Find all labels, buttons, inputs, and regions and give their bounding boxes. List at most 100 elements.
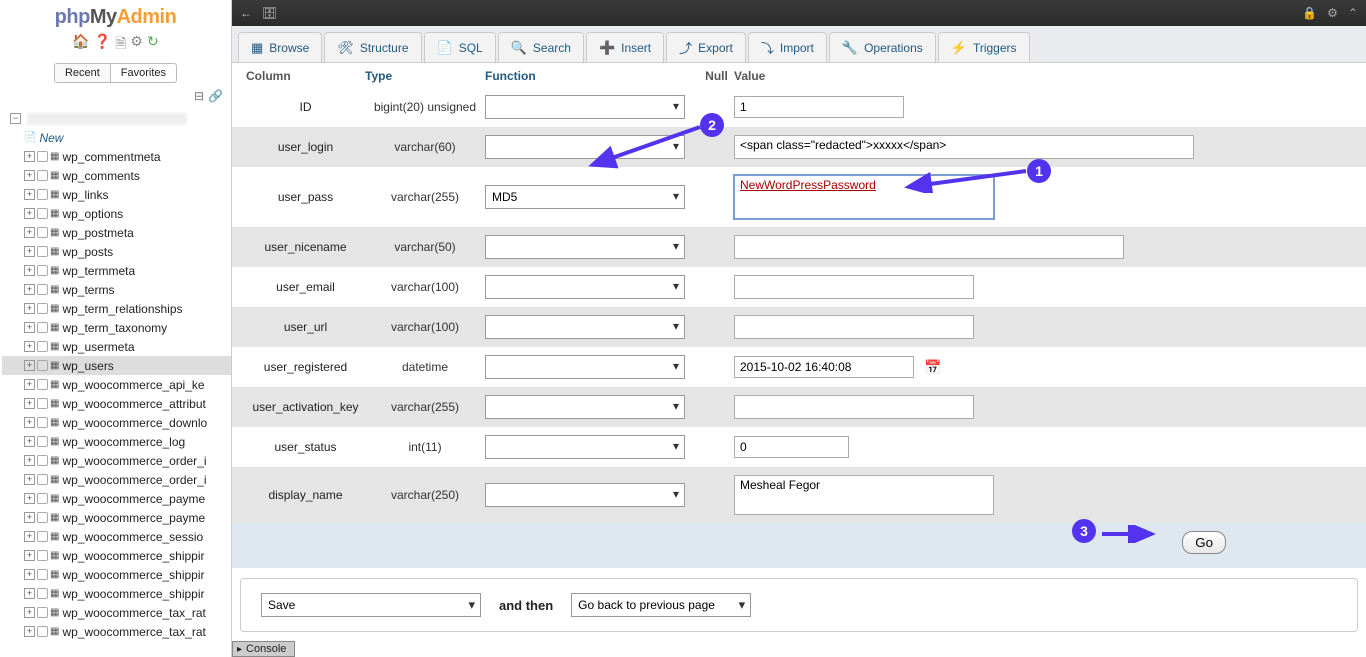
tree-table-wp_options[interactable]: +▦wp_options bbox=[2, 204, 231, 223]
function-select-user_nicename[interactable] bbox=[485, 235, 685, 259]
tree-table-wp_woocommerce_tax_rat[interactable]: +▦wp_woocommerce_tax_rat bbox=[2, 622, 231, 641]
expand-icon[interactable]: + bbox=[24, 170, 35, 181]
tree-table-wp_woocommerce_api_ke[interactable]: +▦wp_woocommerce_api_ke bbox=[2, 375, 231, 394]
tab-sql[interactable]: 📄SQL bbox=[424, 32, 496, 62]
db-name-redacted[interactable] bbox=[27, 113, 187, 125]
tab-browse[interactable]: ▦Browse bbox=[238, 32, 322, 62]
tab-import[interactable]: ⤵Import bbox=[748, 32, 827, 62]
docs-icon[interactable]: ❓ bbox=[94, 33, 111, 57]
server-icon[interactable]: 🗄 bbox=[262, 6, 277, 20]
value-textarea-user_url[interactable] bbox=[734, 315, 974, 339]
settings-icon[interactable]: ⚙ bbox=[130, 33, 143, 57]
value-textarea-display_name[interactable]: Mesheal Fegor bbox=[734, 475, 994, 515]
expand-icon[interactable]: + bbox=[24, 227, 35, 238]
lock-icon[interactable]: 🔒 bbox=[1302, 6, 1317, 20]
expand-icon[interactable]: + bbox=[24, 455, 35, 466]
function-select-display_name[interactable] bbox=[485, 483, 685, 507]
tree-table-wp_woocommerce_order_i[interactable]: +▦wp_woocommerce_order_i bbox=[2, 470, 231, 489]
sql-icon[interactable]: 🗎 bbox=[115, 33, 126, 57]
go-button[interactable]: Go bbox=[1182, 531, 1226, 554]
expand-icon[interactable]: + bbox=[24, 246, 35, 257]
tree-table-wp_term_taxonomy[interactable]: +▦wp_term_taxonomy bbox=[2, 318, 231, 337]
tree-table-wp_commentmeta[interactable]: +▦wp_commentmeta bbox=[2, 147, 231, 166]
calendar-icon[interactable] bbox=[920, 359, 941, 376]
tree-table-wp_terms[interactable]: +▦wp_terms bbox=[2, 280, 231, 299]
tree-table-wp_comments[interactable]: +▦wp_comments bbox=[2, 166, 231, 185]
reload-icon[interactable]: ↻ bbox=[147, 33, 159, 57]
tree-table-wp_woocommerce_tax_rat[interactable]: +▦wp_woocommerce_tax_rat bbox=[2, 603, 231, 622]
expand-icon[interactable]: + bbox=[24, 303, 35, 314]
expand-icon[interactable]: + bbox=[24, 436, 35, 447]
tree-table-wp_term_relationships[interactable]: +▦wp_term_relationships bbox=[2, 299, 231, 318]
console-toggle[interactable]: Console bbox=[232, 641, 295, 657]
value-input-ID[interactable] bbox=[734, 96, 904, 118]
expand-icon[interactable]: + bbox=[24, 512, 35, 523]
function-select-user_activation_key[interactable] bbox=[485, 395, 685, 419]
expand-icon[interactable]: + bbox=[24, 588, 35, 599]
expand-icon[interactable]: + bbox=[24, 398, 35, 409]
value-textarea-user_login[interactable]: <span class="redacted">xxxxx</span> bbox=[734, 135, 1194, 159]
expand-icon[interactable]: + bbox=[24, 341, 35, 352]
expand-icon[interactable]: + bbox=[24, 569, 35, 580]
tree-table-wp_posts[interactable]: +▦wp_posts bbox=[2, 242, 231, 261]
expand-icon[interactable]: + bbox=[24, 493, 35, 504]
tree-table-wp_woocommerce_shippir[interactable]: +▦wp_woocommerce_shippir bbox=[2, 584, 231, 603]
tree-table-wp_woocommerce_order_i[interactable]: +▦wp_woocommerce_order_i bbox=[2, 451, 231, 470]
tree-table-wp_woocommerce_payme[interactable]: +▦wp_woocommerce_payme bbox=[2, 489, 231, 508]
value-textarea-user_email[interactable] bbox=[734, 275, 974, 299]
expand-icon[interactable]: + bbox=[24, 284, 35, 295]
nav-back-icon[interactable]: ← bbox=[240, 6, 252, 20]
tree-table-wp_users[interactable]: +▦wp_users bbox=[2, 356, 231, 375]
function-select-user_registered[interactable] bbox=[485, 355, 685, 379]
expand-icon[interactable]: + bbox=[24, 379, 35, 390]
value-input-user_registered[interactable] bbox=[734, 356, 914, 378]
collapse-all-icon[interactable]: ⊟ bbox=[194, 89, 204, 103]
tab-triggers[interactable]: ⚡Triggers bbox=[938, 32, 1030, 62]
value-input-user_status[interactable] bbox=[734, 436, 849, 458]
expand-icon[interactable]: + bbox=[24, 360, 35, 371]
save-select[interactable]: Save bbox=[261, 593, 481, 617]
expand-icon[interactable]: + bbox=[24, 626, 35, 637]
expand-icon[interactable]: + bbox=[24, 265, 35, 276]
expand-icon[interactable]: + bbox=[24, 208, 35, 219]
expand-icon[interactable]: + bbox=[24, 417, 35, 428]
expand-icon[interactable]: + bbox=[24, 474, 35, 485]
expand-icon[interactable]: + bbox=[24, 531, 35, 542]
col-header-type[interactable]: Type bbox=[365, 69, 392, 83]
tab-export[interactable]: ⤴Export bbox=[666, 32, 746, 62]
db-tree[interactable]: − 📄New +▦wp_commentmeta+▦wp_comments+▦wp… bbox=[0, 107, 231, 657]
tab-favorites[interactable]: Favorites bbox=[111, 64, 176, 82]
tab-search[interactable]: 🔍Search bbox=[498, 32, 584, 62]
expand-icon[interactable]: + bbox=[24, 151, 35, 162]
function-select-user_pass[interactable]: MD5 bbox=[485, 185, 685, 209]
function-select-user_email[interactable] bbox=[485, 275, 685, 299]
tree-table-wp_woocommerce_sessio[interactable]: +▦wp_woocommerce_sessio bbox=[2, 527, 231, 546]
col-header-function[interactable]: Function bbox=[485, 69, 536, 83]
collapse-icon[interactable]: ⌃ bbox=[1348, 6, 1358, 20]
tree-table-wp_woocommerce_shippir[interactable]: +▦wp_woocommerce_shippir bbox=[2, 546, 231, 565]
home-icon[interactable]: 🏠 bbox=[72, 33, 89, 57]
tree-table-wp_links[interactable]: +▦wp_links bbox=[2, 185, 231, 204]
expand-icon[interactable]: + bbox=[24, 607, 35, 618]
tab-insert[interactable]: ➕Insert bbox=[586, 32, 664, 62]
value-textarea-user_nicename[interactable] bbox=[734, 235, 1124, 259]
logo[interactable]: phpMyAdmin bbox=[0, 0, 231, 31]
gear-icon[interactable]: ⚙ bbox=[1327, 6, 1338, 20]
expand-icon[interactable]: + bbox=[24, 322, 35, 333]
function-select-user_status[interactable] bbox=[485, 435, 685, 459]
expand-icon[interactable]: + bbox=[24, 189, 35, 200]
collapse-icon[interactable]: − bbox=[10, 113, 21, 124]
tab-structure[interactable]: 🛠Structure bbox=[324, 32, 421, 62]
tab-recent[interactable]: Recent bbox=[55, 64, 111, 82]
tree-new[interactable]: 📄New bbox=[2, 128, 231, 147]
value-textarea-user_activation_key[interactable] bbox=[734, 395, 974, 419]
tree-table-wp_woocommerce_shippir[interactable]: +▦wp_woocommerce_shippir bbox=[2, 565, 231, 584]
return-select[interactable]: Go back to previous page bbox=[571, 593, 751, 617]
tree-table-wp_termmeta[interactable]: +▦wp_termmeta bbox=[2, 261, 231, 280]
tree-table-wp_postmeta[interactable]: +▦wp_postmeta bbox=[2, 223, 231, 242]
tree-table-wp_woocommerce_log[interactable]: +▦wp_woocommerce_log bbox=[2, 432, 231, 451]
tree-table-wp_usermeta[interactable]: +▦wp_usermeta bbox=[2, 337, 231, 356]
function-select-user_url[interactable] bbox=[485, 315, 685, 339]
function-select-ID[interactable] bbox=[485, 95, 685, 119]
expand-icon[interactable]: + bbox=[24, 550, 35, 561]
